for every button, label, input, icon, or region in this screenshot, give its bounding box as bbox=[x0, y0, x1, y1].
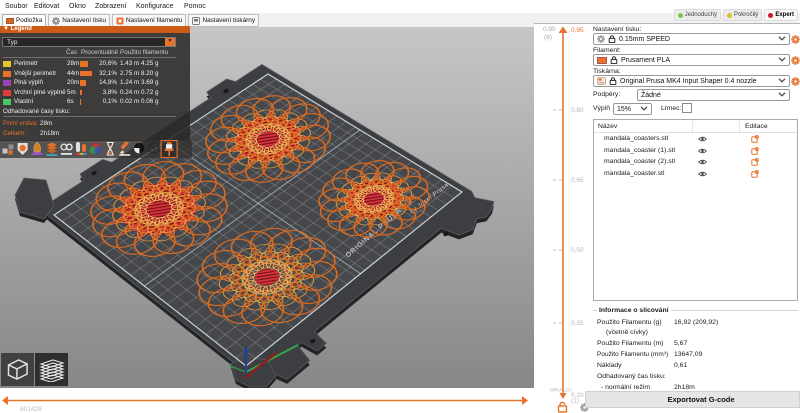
svg-text:0,50: 0,50 bbox=[571, 247, 584, 254]
svg-text:(6): (6) bbox=[544, 34, 552, 41]
svg-text:0,95: 0,95 bbox=[571, 27, 584, 34]
svg-text:801429: 801429 bbox=[20, 406, 42, 413]
svg-text:0,65: 0,65 bbox=[571, 177, 584, 184]
svg-text:(1): (1) bbox=[571, 398, 579, 405]
svg-text:0,35: 0,35 bbox=[571, 320, 584, 327]
svg-text:0,95: 0,95 bbox=[543, 26, 556, 33]
svg-text:0,80: 0,80 bbox=[571, 107, 584, 114]
